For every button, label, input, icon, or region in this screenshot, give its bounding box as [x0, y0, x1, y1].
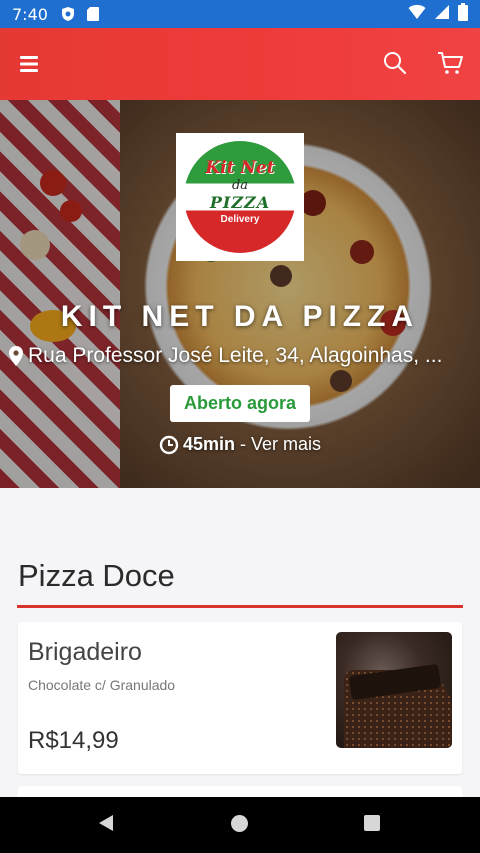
back-icon[interactable]: [97, 813, 115, 837]
wifi-icon: [408, 4, 426, 24]
see-more-link[interactable]: Ver mais: [251, 434, 321, 455]
product-photo: [336, 632, 452, 748]
delivery-separator: -: [240, 434, 246, 454]
category-title: Pizza Doce: [18, 558, 175, 593]
recent-apps-icon[interactable]: [364, 815, 380, 831]
signal-icon: [434, 4, 450, 24]
store-address-text: Rua Professor José Leite, 34, Alagoinhas…: [28, 344, 443, 367]
battery-icon: [458, 3, 468, 25]
menu-icon[interactable]: [18, 52, 42, 76]
status-time: 7:40: [12, 4, 48, 24]
open-status-badge: Aberto agora: [170, 385, 310, 422]
clock-icon: [159, 435, 179, 454]
logo-line-3: PIZZA: [209, 192, 271, 212]
home-icon[interactable]: [231, 815, 248, 832]
shield-icon: [60, 6, 76, 22]
store-address: Rua Professor José Leite, 34, Alagoinhas…: [8, 344, 478, 368]
location-pin-icon: [9, 346, 23, 366]
product-price: R$14,99: [28, 727, 119, 754]
product-description: Chocolate c/ Granulado: [28, 677, 176, 693]
delivery-time: 45min: [182, 434, 235, 454]
category-underline: [17, 605, 463, 608]
logo-line-1: Kit Net: [205, 157, 275, 178]
store-name: KIT NET DA PIZZA: [60, 300, 420, 333]
app-bar: [0, 28, 480, 100]
store-hero: Kit Net da PIZZA Delivery KIT NET DA PIZ…: [0, 100, 480, 488]
sd-card-icon: [86, 6, 102, 22]
delivery-time-row[interactable]: 45min - Ver mais: [0, 434, 480, 455]
system-nav-bar: [0, 797, 480, 853]
product-name: Brigadeiro: [28, 638, 142, 666]
cart-icon[interactable]: [436, 50, 464, 76]
logo-line-2: da: [231, 177, 249, 193]
search-icon[interactable]: [382, 50, 408, 76]
logo-line-4: Delivery: [220, 213, 260, 225]
store-logo: Kit Net da PIZZA Delivery: [176, 133, 304, 261]
status-bar: 7:40: [0, 0, 480, 28]
product-card[interactable]: Brigadeiro Chocolate c/ Granulado R$14,9…: [18, 622, 462, 774]
